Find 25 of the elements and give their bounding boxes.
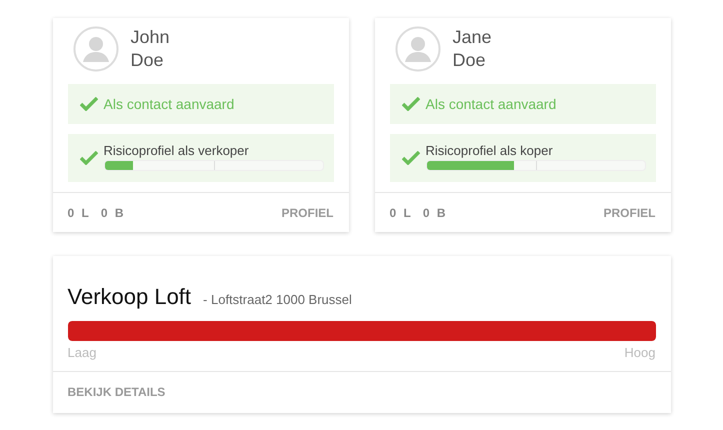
first-name: John <box>130 26 170 49</box>
checkmark-icon <box>80 97 98 111</box>
count-text: 0 L <box>390 204 413 222</box>
checkmark-icon <box>80 151 98 165</box>
risk-label: Risicoprofiel als koper <box>426 142 554 160</box>
avatar-icon <box>72 26 118 72</box>
scale-high-label: Hoog <box>624 344 656 362</box>
first-name: Jane <box>452 26 492 49</box>
last-name: Doe <box>130 49 165 72</box>
listing-address: - Loftstraat2 1000 Brussel <box>203 291 352 309</box>
last-name: Doe <box>452 49 487 72</box>
status-text: Als contact aanvaard <box>426 94 556 114</box>
listing-title: Verkoop Loft <box>68 283 192 311</box>
details-button[interactable]: BEKIJK DETAILS <box>68 383 166 401</box>
checkmark-icon <box>402 151 420 165</box>
count-text: 0 B <box>422 204 448 222</box>
profile-button[interactable]: PROFIEL <box>281 204 334 222</box>
avatar-icon <box>394 26 440 72</box>
count-text: 0 B <box>100 204 126 222</box>
risk-label: Risicoprofiel als verkoper <box>104 142 250 160</box>
scale-low-label: Laag <box>68 344 96 362</box>
status-text: Als contact aanvaard <box>104 94 234 114</box>
count-text: 0 L <box>68 204 91 222</box>
checkmark-icon <box>402 97 420 111</box>
profile-button[interactable]: PROFIEL <box>603 204 656 222</box>
